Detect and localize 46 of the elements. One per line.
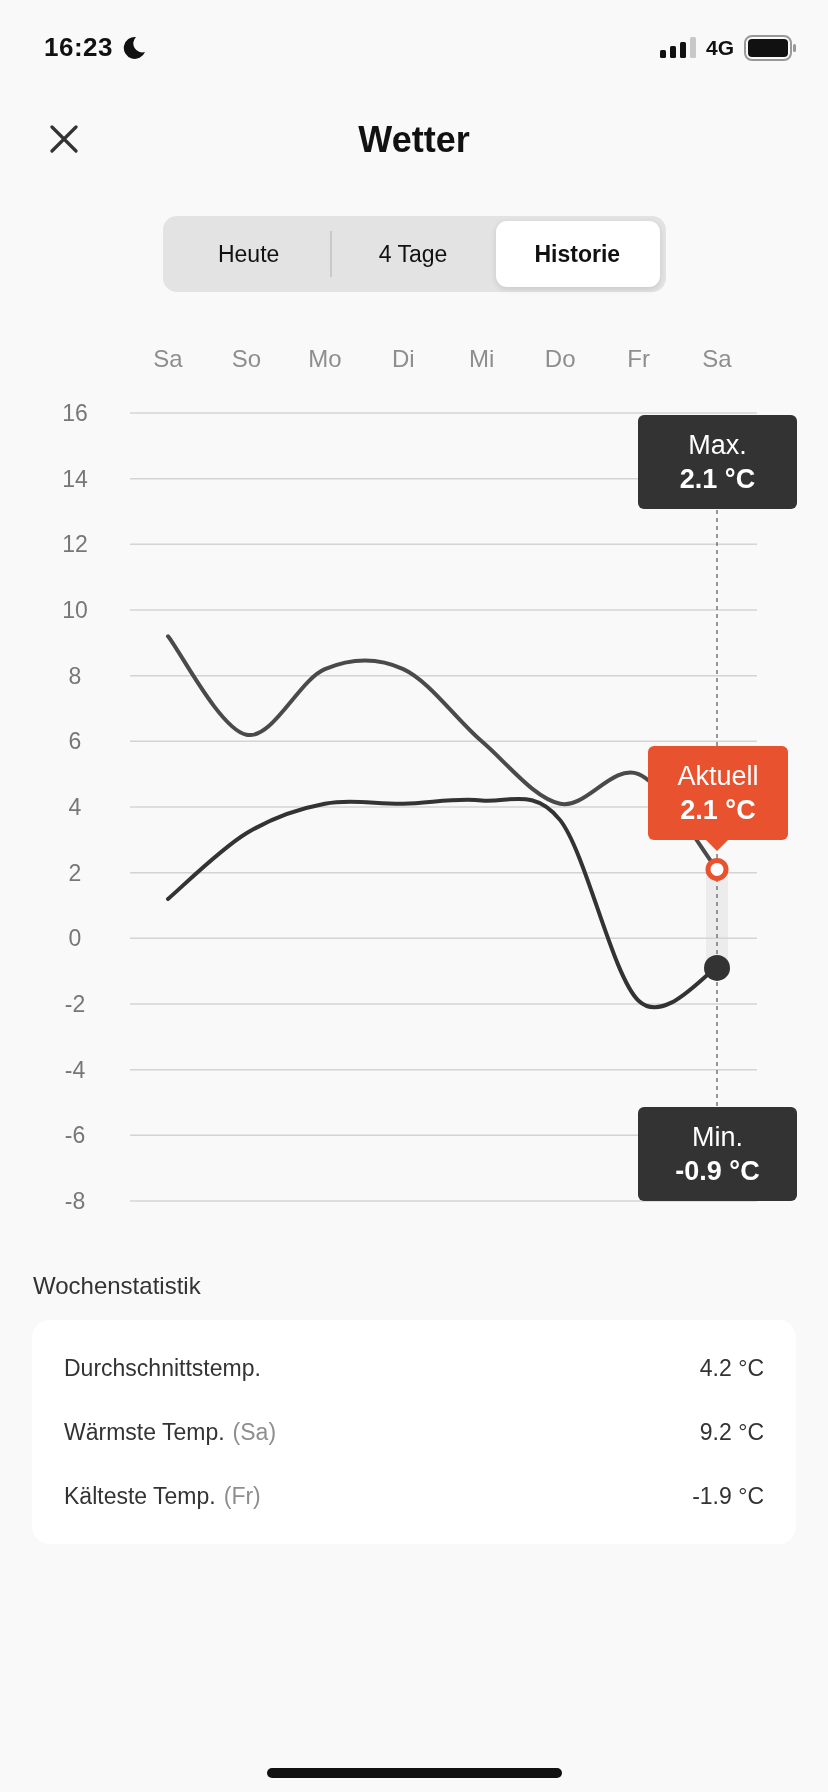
axis-label: 12 — [62, 531, 88, 558]
close-icon — [50, 125, 78, 153]
stat-day: (Sa) — [232, 1418, 277, 1446]
axis-label: -2 — [64, 991, 86, 1017]
tooltip: Min. -0.9 °C — [638, 1107, 797, 1201]
axis-label: 16 — [62, 400, 88, 426]
day-label: So — [231, 345, 262, 372]
segment-tab[interactable]: Historie — [496, 221, 661, 287]
current-point — [705, 857, 729, 881]
stat-value: -1.9 °C — [692, 1482, 764, 1510]
status-time: 16:23 — [44, 32, 113, 63]
moon-icon — [121, 34, 147, 61]
battery-icon — [744, 34, 796, 61]
stat-label: Wärmste Temp. — [64, 1418, 225, 1446]
network-label: 4G — [706, 35, 734, 60]
tooltip: Aktuell 2.1 °C — [648, 746, 788, 840]
axis-label: 0 — [68, 925, 82, 952]
axis-label: 10 — [62, 597, 88, 623]
tooltip-pointer — [705, 839, 729, 851]
day-label: Sa — [702, 345, 732, 372]
axis-label: -6 — [64, 1122, 86, 1149]
day-label: Do — [544, 345, 576, 372]
stat-value: 4.2 °C — [699, 1354, 764, 1382]
stat-value: 9.2 °C — [699, 1418, 764, 1446]
min-point — [704, 954, 730, 981]
day-label: Mi — [469, 345, 495, 372]
axis-label: 14 — [62, 465, 88, 492]
day-label: Di — [391, 345, 415, 372]
day-label: Fr — [627, 345, 650, 372]
day-label: Sa — [153, 345, 183, 372]
segment-tab[interactable]: 4 Tage — [331, 221, 497, 287]
axis-label: 8 — [68, 662, 82, 689]
axis-label: 4 — [68, 794, 82, 820]
axis-label: -8 — [64, 1188, 86, 1214]
tooltip: Max. 2.1 °C — [638, 415, 797, 509]
stat-day: (Fr) — [223, 1482, 261, 1510]
stat-label: Kälteste Temp. — [64, 1482, 216, 1510]
axis-label: -4 — [64, 1056, 86, 1083]
segment-tab[interactable]: Heute — [167, 231, 332, 277]
axis-label: 6 — [68, 728, 82, 755]
section-title: Wochenstatistik — [33, 1272, 202, 1300]
axis-label: 2 — [68, 859, 82, 886]
day-label: Mo — [308, 345, 342, 372]
signal-icon — [660, 36, 696, 59]
page-title: Wetter — [358, 119, 470, 161]
stat-label: Durchschnittstemp. — [64, 1354, 261, 1382]
